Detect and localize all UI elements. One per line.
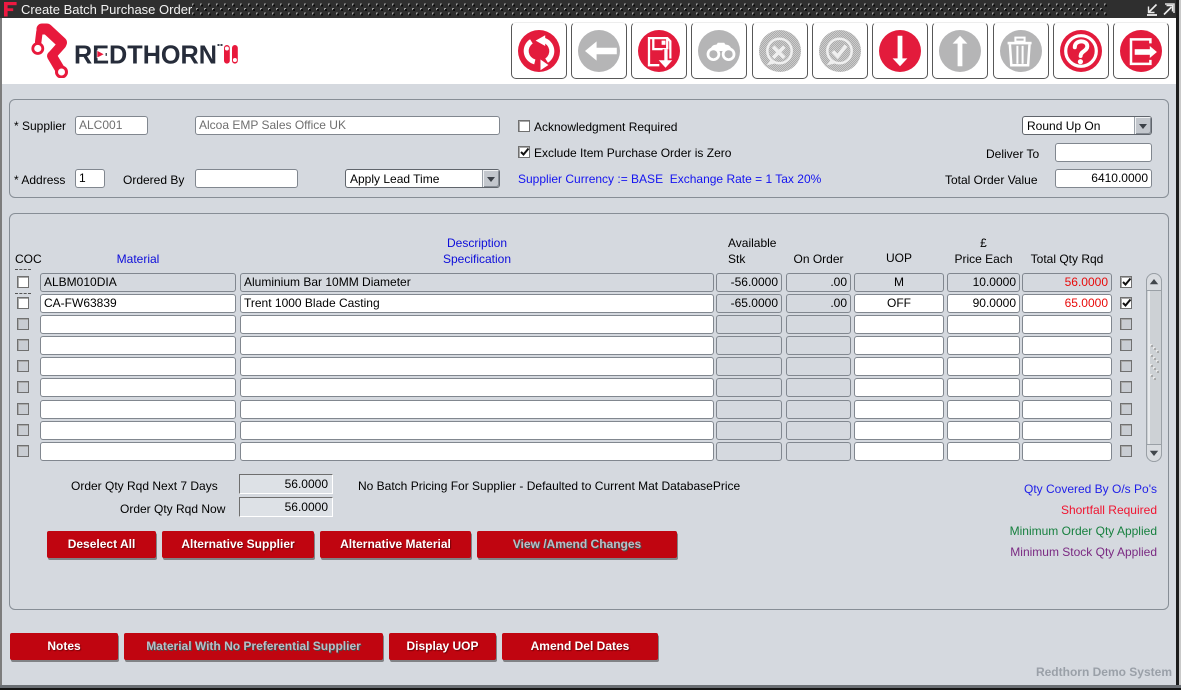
svg-text:REDTHORN: REDTHORN	[74, 40, 217, 70]
